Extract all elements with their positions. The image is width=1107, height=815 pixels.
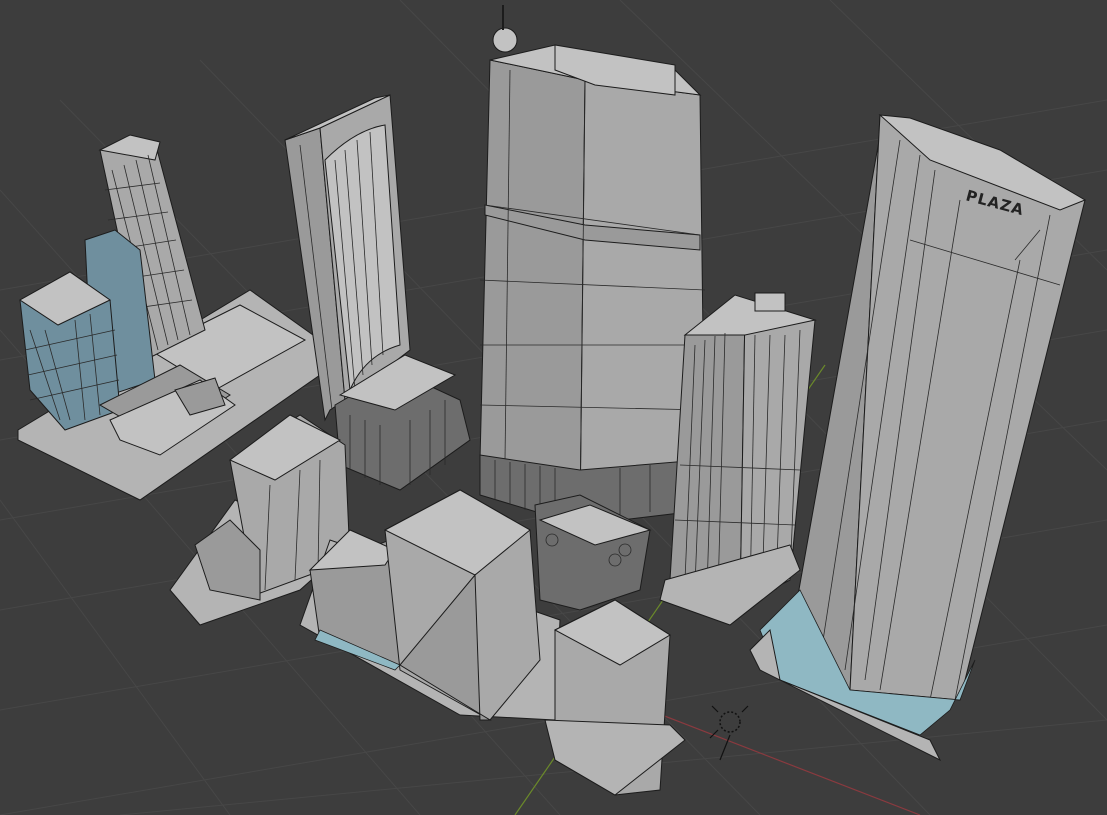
front-center-block[interactable] <box>299 489 686 796</box>
scene-canvas: PLAZA <box>0 0 1107 815</box>
central-skyscraper[interactable] <box>479 5 706 526</box>
light-object-icon[interactable] <box>709 705 749 761</box>
3d-viewport[interactable]: PLAZA <box>0 0 1107 815</box>
